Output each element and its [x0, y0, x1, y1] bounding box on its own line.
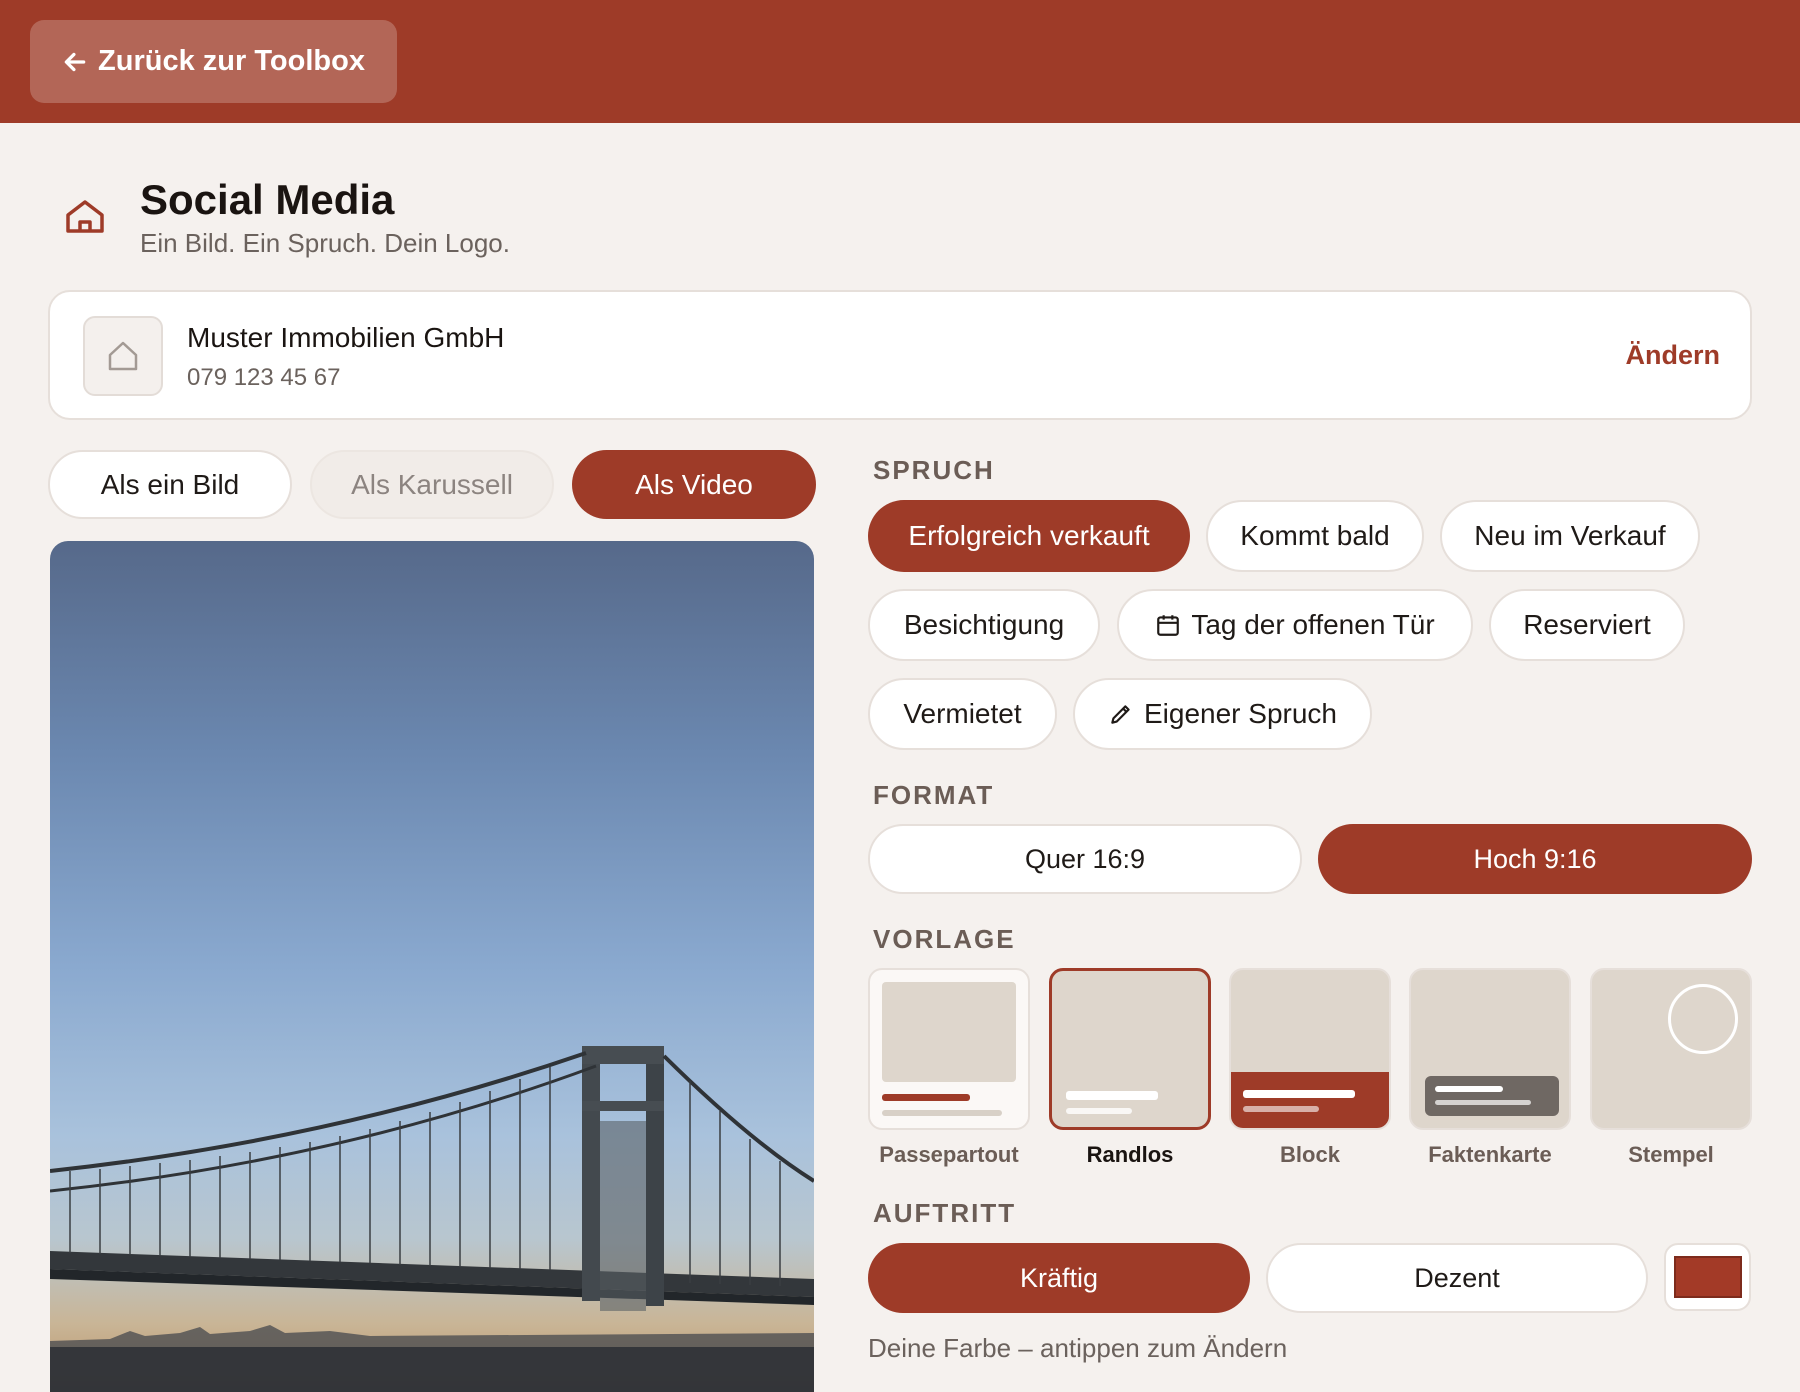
template-label-faktenkarte: Faktenkarte	[1428, 1142, 1552, 1167]
spruch-besichtigung[interactable]: Besichtigung	[868, 589, 1100, 661]
home-icon	[66, 200, 104, 233]
template-block[interactable]	[1229, 968, 1391, 1130]
template-randlos[interactable]	[1049, 968, 1211, 1130]
mode-single-image[interactable]: Als ein Bild	[48, 450, 292, 519]
house-outline-icon	[108, 341, 138, 371]
preview-image	[50, 541, 814, 1392]
pencil-icon	[1111, 705, 1130, 724]
spruch-label: Tag der offenen Tür	[1191, 609, 1435, 640]
template-label-stempel: Stempel	[1628, 1142, 1714, 1167]
template-stempel[interactable]	[1590, 968, 1752, 1130]
template-label-randlos: Randlos	[1086, 1142, 1174, 1167]
bridge-illustration	[50, 1046, 814, 1392]
spruch-tag-der-offenen-tuer[interactable]: Tag der offenen Tür	[1117, 589, 1473, 661]
change-company-link[interactable]: Ändern	[1626, 340, 1721, 371]
spruch-reserviert[interactable]: Reserviert	[1489, 589, 1685, 661]
template-label-passepartout: Passepartout	[879, 1142, 1019, 1167]
section-label-spruch: SPRUCH	[873, 455, 995, 485]
calendar-icon	[1157, 615, 1180, 636]
spruch-kommt-bald[interactable]: Kommt bald	[1206, 500, 1424, 572]
color-hint: Deine Farbe – antippen zum Ändern	[868, 1333, 1288, 1363]
company-card: Muster Immobilien GmbH 079 123 45 67 Änd…	[48, 290, 1752, 420]
back-label: Zurück zur Toolbox	[98, 45, 365, 77]
section-label-format: FORMAT	[873, 780, 995, 810]
template-label-block: Block	[1280, 1142, 1340, 1167]
mode-carousel[interactable]: Als Karussell	[310, 450, 554, 519]
page-subtitle: Ein Bild. Ein Spruch. Dein Logo.	[140, 228, 510, 258]
mode-video[interactable]: Als Video	[572, 450, 816, 519]
arrow-left-icon	[64, 52, 86, 71]
template-passepartout[interactable]	[868, 968, 1030, 1130]
company-phone: 079 123 45 67	[187, 364, 341, 391]
brand-color-button[interactable]	[1664, 1243, 1751, 1311]
company-logo-placeholder	[83, 316, 163, 396]
section-label-vorlage: VORLAGE	[873, 924, 1016, 954]
spruch-label: Eigener Spruch	[1143, 698, 1337, 729]
spruch-vermietet[interactable]: Vermietet	[868, 678, 1057, 750]
format-quer[interactable]: Quer 16:9	[868, 824, 1302, 894]
auftritt-dezent[interactable]: Dezent	[1266, 1243, 1648, 1313]
format-hoch[interactable]: Hoch 9:16	[1318, 824, 1752, 894]
spruch-erfolgreich-verkauft[interactable]: Erfolgreich verkauft	[868, 500, 1190, 572]
template-faktenkarte[interactable]	[1409, 968, 1571, 1130]
company-name: Muster Immobilien GmbH	[187, 322, 505, 353]
spruch-neu-im-verkauf[interactable]: Neu im Verkauf	[1440, 500, 1700, 572]
section-label-auftritt: AUFTRITT	[873, 1198, 1017, 1228]
auftritt-kraeftig[interactable]: Kräftig	[868, 1243, 1250, 1313]
page-title: Social Media	[140, 176, 395, 223]
back-to-toolbox-button[interactable]: Zurück zur Toolbox	[30, 20, 397, 103]
brand-color-swatch	[1673, 1256, 1742, 1298]
top-bar: Zurück zur Toolbox	[0, 0, 1800, 123]
spruch-eigener-spruch[interactable]: Eigener Spruch	[1073, 678, 1372, 750]
